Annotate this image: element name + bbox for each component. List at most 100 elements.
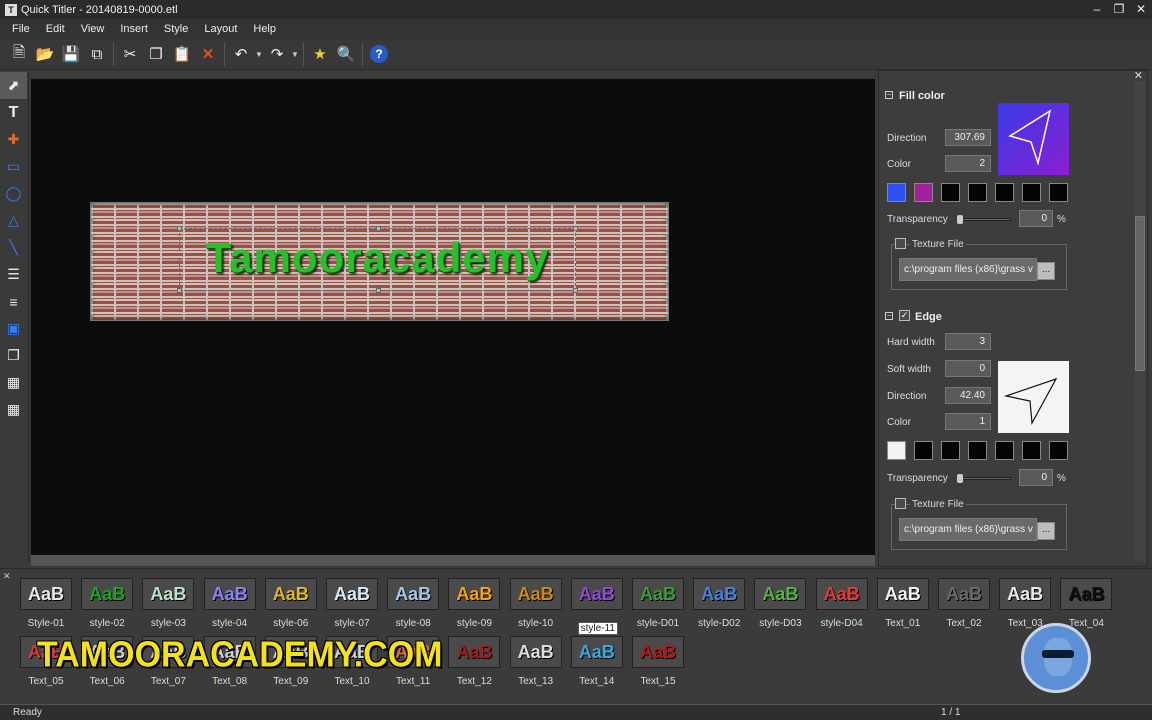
select-tool-icon[interactable]: ⬈ — [0, 72, 27, 99]
edge-color-input[interactable]: 1 — [945, 413, 991, 430]
edge-texture-path[interactable]: c:\program files (x86)\grass v — [899, 518, 1037, 541]
open-file-icon[interactable]: 📂 — [32, 41, 58, 67]
style-preset[interactable]: AaB style-02 — [79, 578, 135, 634]
ellipse-tool-icon[interactable]: ◯ — [0, 180, 27, 207]
style-preset[interactable]: AaB Text_01 — [875, 578, 931, 634]
style-preset[interactable]: AaB style-D04 — [814, 578, 870, 634]
fill-swatch[interactable] — [914, 183, 933, 202]
resize-handle[interactable] — [573, 226, 578, 231]
edge-hard-width-input[interactable]: 3 — [945, 333, 991, 350]
style-preset[interactable]: AaB style-D03 — [752, 578, 808, 634]
cut-icon[interactable]: ✂ — [117, 41, 143, 67]
menu-file[interactable]: File — [4, 23, 38, 35]
undo-dropdown-icon[interactable]: ▼ — [254, 41, 264, 67]
fill-texture-browse-button[interactable]: ... — [1037, 262, 1055, 280]
edge-collapse-icon[interactable]: − — [885, 312, 893, 320]
menu-insert[interactable]: Insert — [112, 23, 156, 35]
edge-transparency-slider[interactable] — [959, 477, 1011, 480]
fill-texture-path[interactable]: c:\program files (x86)\grass v — [899, 258, 1037, 281]
edge-swatch[interactable] — [995, 441, 1014, 460]
font-search-icon[interactable]: 🔍 — [333, 41, 359, 67]
style-preset[interactable]: AaB Text_02 — [936, 578, 992, 634]
title-text-object[interactable]: Tamooracademy — [179, 234, 576, 282]
shape-options-icon[interactable]: ▣ — [0, 315, 27, 342]
text-effects-icon[interactable]: ★ — [307, 41, 333, 67]
menu-style[interactable]: Style — [156, 23, 196, 35]
image-tool-icon[interactable]: ✚ — [0, 126, 27, 153]
fill-direction-input[interactable]: 307.69 — [945, 129, 991, 146]
grid-icon[interactable]: ▦ — [0, 369, 27, 396]
text-tool-icon[interactable]: T — [0, 99, 27, 126]
style-preset[interactable]: AaB Text_13 — [508, 636, 564, 692]
fill-swatch[interactable] — [1022, 183, 1041, 202]
style-preset[interactable]: AaB Text_15 — [630, 636, 686, 692]
resize-handle[interactable] — [376, 226, 381, 231]
table-icon[interactable]: ▦ — [0, 396, 27, 423]
edge-swatch[interactable] — [968, 441, 987, 460]
fill-swatch[interactable] — [887, 183, 906, 202]
edge-transparency-knob[interactable] — [957, 474, 963, 483]
canvas[interactable]: Tamooracademy — [31, 79, 875, 555]
restore-button[interactable]: ❐ — [1108, 0, 1130, 19]
style-preset[interactable]: AaB style-07 — [324, 578, 380, 634]
menu-help[interactable]: Help — [245, 23, 284, 35]
style-preset[interactable]: AaB Text_14 — [569, 636, 625, 692]
menu-edit[interactable]: Edit — [38, 23, 73, 35]
fill-swatch[interactable] — [995, 183, 1014, 202]
style-preset[interactable]: AaB style-08 — [385, 578, 441, 634]
edge-swatch[interactable] — [1022, 441, 1041, 460]
line-tool-icon[interactable]: ╲ — [0, 234, 27, 261]
rectangle-tool-icon[interactable]: ▭ — [0, 153, 27, 180]
style-preset[interactable]: AaB style-04 — [202, 578, 258, 634]
edge-swatch[interactable] — [887, 441, 906, 460]
style-preset[interactable]: AaB Style-01 — [18, 578, 74, 634]
fill-transparency-input[interactable]: 0 — [1019, 210, 1053, 227]
resize-handle[interactable] — [376, 288, 381, 293]
resize-handle[interactable] — [177, 288, 182, 293]
save-all-icon[interactable]: ⧉ — [84, 41, 110, 67]
align-icon[interactable]: ☰ — [0, 261, 27, 288]
fill-texture-checkbox[interactable] — [895, 238, 906, 249]
fill-swatch[interactable] — [1049, 183, 1068, 202]
distribute-icon[interactable]: ≡ — [0, 288, 27, 315]
edge-texture-checkbox[interactable] — [895, 498, 906, 509]
style-preset[interactable]: AaB style-D01 — [630, 578, 686, 634]
help-icon[interactable]: ? — [366, 41, 392, 67]
fill-swatch[interactable] — [941, 183, 960, 202]
fill-direction-preview[interactable] — [998, 103, 1069, 175]
menu-view[interactable]: View — [73, 23, 113, 35]
undo-icon[interactable]: ↶ — [228, 41, 254, 67]
style-preset[interactable]: AaB style-10 — [508, 578, 564, 634]
edge-swatch[interactable] — [914, 441, 933, 460]
style-preset[interactable]: AaB style-D02 — [691, 578, 747, 634]
new-file-icon[interactable]: 🗎 — [6, 41, 32, 67]
delete-icon[interactable]: ✕ — [195, 41, 221, 67]
edge-swatch[interactable] — [941, 441, 960, 460]
redo-icon[interactable]: ↷ — [264, 41, 290, 67]
copy-icon[interactable]: ❐ — [143, 41, 169, 67]
panel-scroll-thumb[interactable] — [1135, 216, 1145, 371]
redo-dropdown-icon[interactable]: ▼ — [290, 41, 300, 67]
edge-texture-browse-button[interactable]: ... — [1037, 522, 1055, 540]
menu-layout[interactable]: Layout — [196, 23, 245, 35]
edge-direction-preview[interactable] — [998, 361, 1069, 433]
close-button[interactable]: ✕ — [1130, 0, 1152, 19]
minimize-button[interactable]: – — [1086, 0, 1108, 19]
style-preset[interactable]: AaB style-03 — [140, 578, 196, 634]
style-preset[interactable]: AaB style-06 — [263, 578, 319, 634]
order-icon[interactable]: ❐ — [0, 342, 27, 369]
fill-transparency-slider[interactable] — [959, 218, 1011, 221]
resize-handle[interactable] — [177, 226, 182, 231]
canvas-scrollbar[interactable] — [31, 555, 875, 566]
resize-handle[interactable] — [573, 288, 578, 293]
edge-swatch[interactable] — [1049, 441, 1068, 460]
fill-collapse-icon[interactable]: − — [885, 91, 893, 99]
edge-transparency-input[interactable]: 0 — [1019, 469, 1053, 486]
edge-direction-input[interactable]: 42.40 — [945, 387, 991, 404]
fill-transparency-knob[interactable] — [957, 215, 963, 224]
gallery-close-icon[interactable]: ✕ — [3, 571, 11, 582]
edge-soft-width-input[interactable]: 0 — [945, 360, 991, 377]
triangle-tool-icon[interactable]: △ — [0, 207, 27, 234]
edge-enable-checkbox[interactable]: ✓ — [899, 310, 910, 321]
style-preset[interactable]: AaB style-09 — [446, 578, 502, 634]
